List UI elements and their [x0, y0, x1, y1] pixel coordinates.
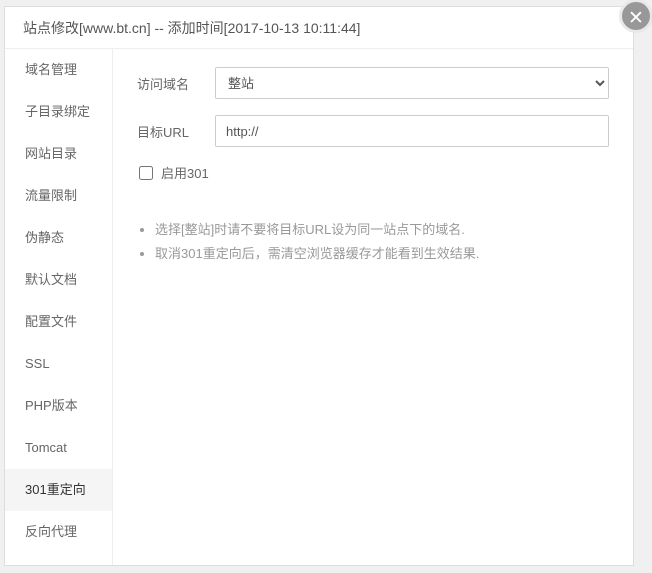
sidebar-item-3[interactable]: 流量限制 [5, 175, 112, 217]
sidebar-item-0[interactable]: 域名管理 [5, 49, 112, 91]
row-target-url: 目标URL [137, 115, 609, 147]
tip-item-1: 取消301重定向后，需清空浏览器缓存才能看到生效结果. [155, 242, 609, 266]
row-enable-301: 启用301 [137, 163, 609, 182]
sidebar-item-2[interactable]: 网站目录 [5, 133, 112, 175]
sidebar-item-4[interactable]: 伪静态 [5, 217, 112, 259]
select-access-domain[interactable]: 整站 [215, 67, 609, 99]
tips-list: 选择[整站]时请不要将目标URL设为同一站点下的域名.取消301重定向后，需清空… [137, 218, 609, 266]
input-target-url[interactable] [215, 115, 609, 147]
sidebar-item-8[interactable]: PHP版本 [5, 385, 112, 427]
sidebar: 域名管理子目录绑定网站目录流量限制伪静态默认文档配置文件SSLPHP版本Tomc… [5, 49, 113, 565]
sidebar-item-11[interactable]: 反向代理 [5, 511, 112, 553]
content-301-redirect: 访问域名 整站 目标URL 启用301 选择[整站]时请不要将目标URL设为同一… [113, 49, 633, 565]
sidebar-item-5[interactable]: 默认文档 [5, 259, 112, 301]
sidebar-item-7[interactable]: SSL [5, 343, 112, 385]
checkbox-enable-301[interactable] [139, 166, 153, 180]
row-access-domain: 访问域名 整站 [137, 67, 609, 99]
sidebar-item-12[interactable]: 风险扫描 [5, 553, 112, 565]
label-access-domain: 访问域名 [137, 74, 215, 93]
label-target-url: 目标URL [137, 122, 215, 141]
sidebar-item-1[interactable]: 子目录绑定 [5, 91, 112, 133]
sidebar-item-10[interactable]: 301重定向 [5, 469, 112, 511]
sidebar-item-9[interactable]: Tomcat [5, 427, 112, 469]
modal-title: 站点修改[www.bt.cn] -- 添加时间[2017-10-13 10:11… [5, 7, 633, 49]
close-button[interactable]: ✕ [619, 0, 652, 33]
sidebar-item-6[interactable]: 配置文件 [5, 301, 112, 343]
tip-item-0: 选择[整站]时请不要将目标URL设为同一站点下的域名. [155, 218, 609, 242]
label-enable-301[interactable]: 启用301 [161, 163, 209, 182]
site-modify-modal: 站点修改[www.bt.cn] -- 添加时间[2017-10-13 10:11… [4, 6, 634, 566]
modal-body: 域名管理子目录绑定网站目录流量限制伪静态默认文档配置文件SSLPHP版本Tomc… [5, 49, 633, 565]
